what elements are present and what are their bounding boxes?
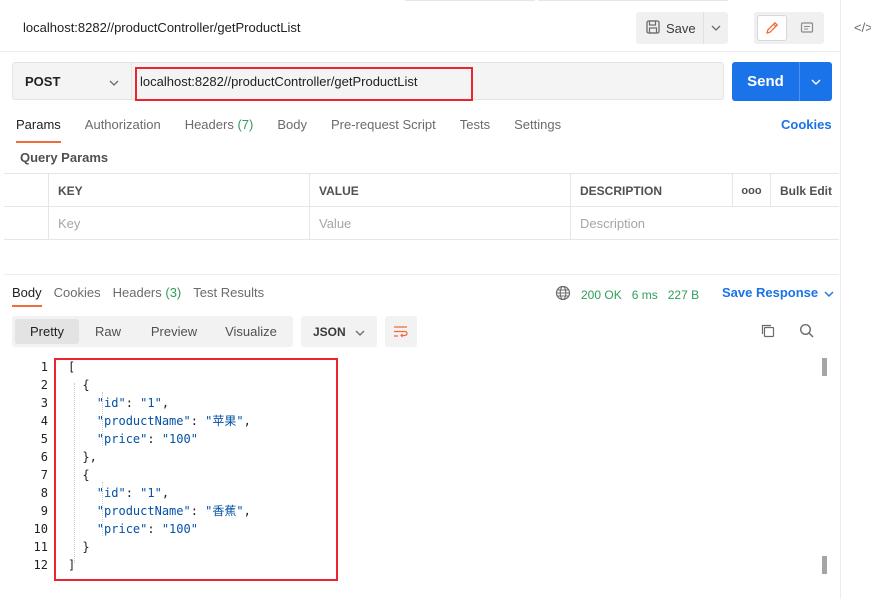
view-raw-button[interactable]: Raw	[79, 319, 137, 344]
request-title[interactable]: localhost:8282//productController/getPro…	[23, 20, 301, 35]
tab-label: Authorization	[84, 117, 161, 132]
tab-label: Headers	[112, 285, 162, 300]
column-description: DESCRIPTION	[570, 174, 732, 207]
tab-settings[interactable]: Settings	[514, 117, 561, 147]
tab-edge	[405, 0, 535, 3]
tab-label: Pre-request Script	[330, 117, 436, 132]
tab-response-cookies[interactable]: Cookies	[54, 285, 101, 311]
view-pretty-button[interactable]: Pretty	[15, 319, 79, 344]
table-row: Key Value Description	[4, 207, 839, 240]
tab-response-body[interactable]: Body	[12, 285, 42, 311]
line-number: 6	[40, 450, 48, 464]
tab-edge	[538, 0, 728, 3]
method-select[interactable]: POST	[12, 62, 132, 100]
column-key: KEY	[48, 174, 309, 207]
send-button[interactable]: Send	[732, 62, 832, 101]
tab-params[interactable]: Params	[16, 117, 61, 147]
tab-label: Settings	[514, 117, 562, 132]
tab-label: Tests	[459, 117, 491, 132]
response-divider	[4, 274, 839, 275]
line-number: 8	[40, 486, 48, 500]
edit-mode-toggle	[754, 12, 824, 44]
line-number: 9	[40, 504, 48, 518]
pencil-icon[interactable]	[757, 15, 787, 41]
bulk-edit-button[interactable]: Bulk Edit	[770, 174, 839, 207]
more-options-icon[interactable]: ooo	[732, 174, 770, 207]
line-number: 11	[33, 540, 48, 554]
line-number: 10	[33, 522, 48, 536]
response-size[interactable]: 227 B	[668, 288, 699, 302]
line-number: 1	[40, 360, 48, 374]
line-number: 5	[40, 432, 48, 446]
params-table: KEY VALUE DESCRIPTION ooo Bulk Edit Key …	[4, 173, 839, 240]
value-input[interactable]: Value	[309, 207, 570, 240]
format-label: JSON	[313, 324, 346, 339]
copy-icon[interactable]	[760, 323, 776, 342]
tab-body[interactable]: Body	[277, 117, 307, 147]
line-number: 2	[40, 378, 48, 392]
request-tabs: Params Authorization Headers (7) Body Pr…	[16, 117, 585, 147]
tab-label: Body	[12, 285, 42, 300]
query-params-title: Query Params	[20, 150, 109, 165]
tab-label: Body	[277, 117, 307, 132]
column-value: VALUE	[309, 174, 570, 207]
tab-label: Test Results	[193, 285, 265, 300]
code-icon[interactable]: </>	[854, 20, 871, 35]
save-icon	[646, 19, 660, 37]
code-highlight-box	[54, 358, 338, 581]
save-button[interactable]: Save	[636, 12, 728, 44]
key-input[interactable]: Key	[48, 207, 309, 240]
chevron-down-icon	[355, 325, 365, 339]
response-meta: 200 OK 6 ms 227 B	[555, 285, 699, 304]
response-tabs: Body Cookies Headers (3) Test Results	[12, 285, 276, 311]
checkbox-cell	[4, 207, 48, 240]
description-input[interactable]: Description	[570, 207, 839, 240]
tab-tests[interactable]: Tests	[460, 117, 490, 147]
view-visualize-button[interactable]: Visualize	[211, 319, 291, 344]
chevron-down-icon[interactable]	[704, 12, 728, 44]
url-highlight-box	[135, 67, 473, 101]
checkbox-column	[4, 174, 48, 207]
chevron-down-icon[interactable]	[800, 62, 832, 101]
cookies-link[interactable]: Cookies	[781, 117, 832, 132]
status-code[interactable]: 200 OK	[581, 288, 622, 302]
tab-count: (7)	[237, 117, 254, 132]
request-header: localhost:8282//productController/getPro…	[0, 6, 840, 52]
table-header-row: KEY VALUE DESCRIPTION ooo Bulk Edit	[4, 174, 839, 207]
tab-label: Params	[16, 117, 61, 132]
line-number: 3	[40, 396, 48, 410]
line-number: 12	[33, 558, 48, 572]
method-label: POST	[25, 73, 61, 89]
search-icon[interactable]	[799, 323, 815, 342]
line-number: 7	[40, 468, 48, 482]
tab-label: Cookies	[53, 285, 101, 300]
save-label: Save	[666, 20, 696, 36]
wrap-lines-icon[interactable]	[385, 316, 417, 347]
chevron-down-icon	[109, 74, 119, 89]
send-label: Send	[732, 62, 800, 101]
format-select[interactable]: JSON	[301, 316, 377, 347]
tab-pre-request-script[interactable]: Pre-request Script	[331, 117, 436, 147]
save-response-button[interactable]: Save Response	[722, 285, 834, 300]
tab-count: (3)	[165, 285, 182, 300]
tab-authorization[interactable]: Authorization	[85, 117, 161, 147]
tab-headers[interactable]: Headers (7)	[185, 117, 254, 147]
tab-response-headers[interactable]: Headers (3)	[113, 285, 182, 311]
tab-test-results[interactable]: Test Results	[193, 285, 264, 311]
right-sidebar: </>	[840, 0, 871, 599]
tab-label: Headers	[184, 117, 234, 132]
scrollbar-thumb-top[interactable]	[822, 358, 827, 376]
response-time[interactable]: 6 ms	[632, 288, 658, 302]
comment-icon[interactable]	[792, 15, 822, 41]
view-mode-group: Pretty Raw Preview Visualize	[12, 316, 293, 347]
save-response-label: Save Response	[722, 285, 819, 300]
globe-icon[interactable]	[555, 285, 571, 304]
line-number: 4	[40, 414, 48, 428]
chevron-down-icon	[824, 285, 834, 300]
scrollbar-thumb-bottom[interactable]	[822, 556, 827, 574]
view-preview-button[interactable]: Preview	[137, 319, 211, 344]
